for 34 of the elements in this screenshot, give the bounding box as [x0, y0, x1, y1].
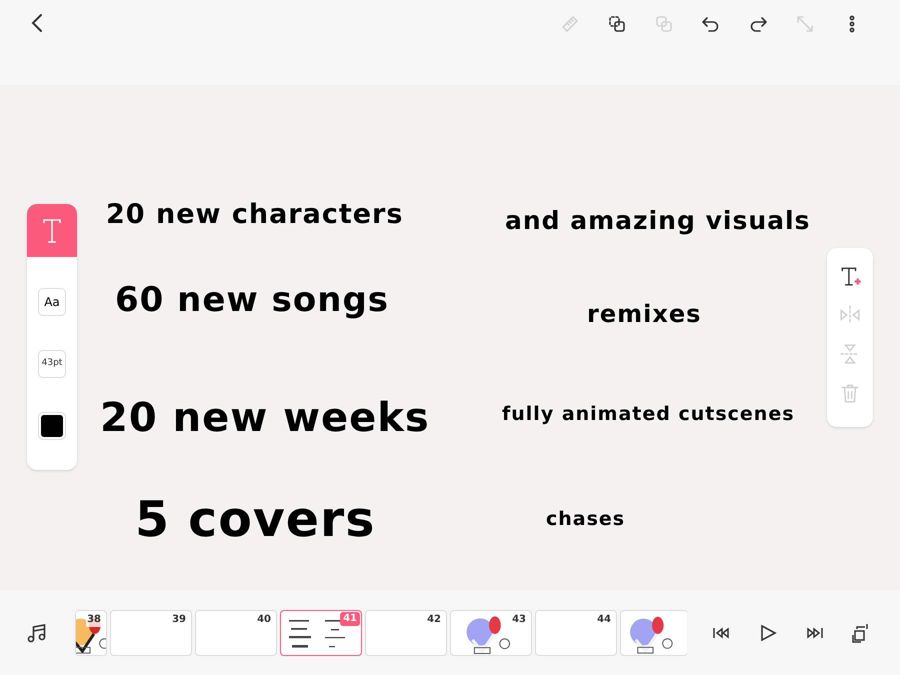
- canvas-text[interactable]: 20 new characters: [106, 195, 404, 236]
- frame-thumbnail[interactable]: 40: [195, 610, 277, 656]
- play-button[interactable]: [758, 622, 778, 642]
- frame-thumbnail[interactable]: [620, 610, 687, 656]
- resize-icon: [795, 14, 815, 34]
- more-icon: [849, 14, 855, 34]
- frame-number: 38: [86, 612, 102, 626]
- frame-thumbnail[interactable]: 39: [110, 610, 192, 656]
- text-icon: [42, 218, 62, 244]
- add-text-icon: [839, 265, 861, 287]
- canvas-text[interactable]: 5 covers: [135, 483, 376, 556]
- delete-icon: [839, 382, 861, 404]
- music-note-icon: [27, 622, 47, 642]
- canvas-text[interactable]: chases: [546, 505, 626, 534]
- canvas-text[interactable]: and amazing visuals: [505, 202, 810, 240]
- frame-number: 41: [340, 612, 360, 626]
- layers-button[interactable]: [850, 622, 870, 642]
- music-button[interactable]: [27, 622, 47, 642]
- copy-icon: [654, 14, 674, 34]
- undo-icon: [701, 14, 721, 34]
- duplicate-icon: [607, 14, 627, 34]
- frame-thumbnail[interactable]: 42: [365, 610, 447, 656]
- canvas-text[interactable]: 20 new weeks: [100, 388, 430, 448]
- canvas-text[interactable]: fully animated cutscenes: [502, 400, 795, 428]
- frame-thumbnail[interactable]: 43: [450, 610, 532, 656]
- font-button[interactable]: Aa: [38, 288, 66, 316]
- text-tool-button[interactable]: [27, 204, 77, 257]
- canvas-text[interactable]: remixes: [587, 296, 702, 332]
- canvas-text[interactable]: 60 new songs: [115, 275, 390, 326]
- font-size-button[interactable]: 43pt: [38, 350, 66, 378]
- ruler-icon: [560, 14, 580, 34]
- redo-icon: [748, 14, 768, 34]
- frame-thumbnail[interactable]: 44: [535, 610, 617, 656]
- frame-thumbnail[interactable]: 38: [75, 610, 107, 656]
